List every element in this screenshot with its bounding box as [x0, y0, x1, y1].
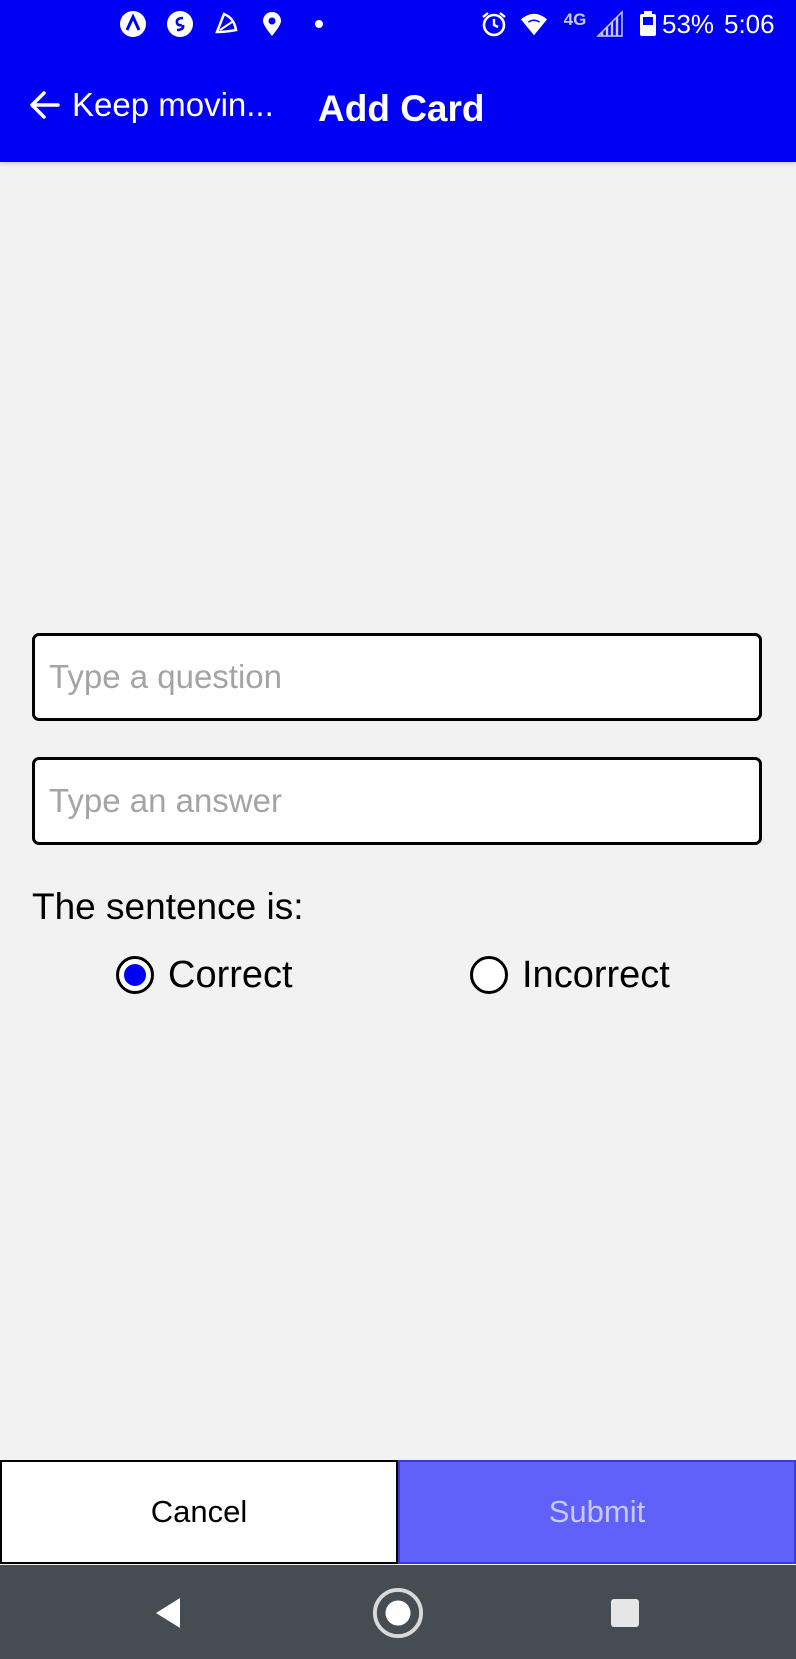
dot-icon — [305, 10, 333, 38]
app-a-icon — [119, 10, 147, 38]
radio-selected-dot — [124, 964, 146, 986]
radio-button-unselected[interactable] — [470, 956, 508, 994]
nav-home-icon[interactable] — [372, 1587, 424, 1639]
wifi-icon — [520, 10, 548, 38]
radio-option-incorrect[interactable]: Incorrect — [470, 950, 670, 1000]
cancel-button[interactable]: Cancel — [0, 1460, 398, 1564]
question-input[interactable] — [35, 636, 759, 718]
nav-recents-icon[interactable] — [599, 1587, 651, 1639]
answer-input[interactable] — [35, 760, 759, 842]
signal-icon — [596, 10, 624, 38]
shazam-icon — [166, 10, 194, 38]
radio-label-correct: Correct — [168, 953, 293, 996]
system-nav-bar — [0, 1565, 796, 1659]
radio-label-incorrect: Incorrect — [522, 953, 670, 996]
back-label: Keep movin... — [72, 86, 274, 123]
answer-field[interactable] — [32, 757, 762, 845]
nav-back-icon[interactable] — [142, 1587, 194, 1639]
alarm-icon — [480, 10, 508, 38]
radio-button-selected[interactable] — [116, 956, 154, 994]
clock: 5:06 — [724, 9, 775, 39]
network-label: 4G — [563, 10, 587, 29]
submit-button[interactable]: Submit — [398, 1460, 796, 1564]
location-icon — [258, 10, 286, 38]
network-type: 4G — [556, 6, 594, 34]
question-field[interactable] — [32, 633, 762, 721]
page-title: Add Card — [318, 88, 485, 129]
radio-option-correct[interactable]: Correct — [116, 950, 293, 1000]
back-button[interactable]: Keep movin... — [28, 80, 274, 130]
back-arrow-icon — [28, 88, 62, 122]
leaf-icon — [212, 10, 240, 38]
sentence-prompt: The sentence is: — [32, 886, 304, 927]
battery-icon — [634, 10, 662, 38]
battery-percent: 53% — [662, 9, 715, 39]
status-bar: 4G 53% 5:06 — [0, 0, 796, 48]
app-bar: Keep movin... Add Card — [0, 48, 796, 162]
